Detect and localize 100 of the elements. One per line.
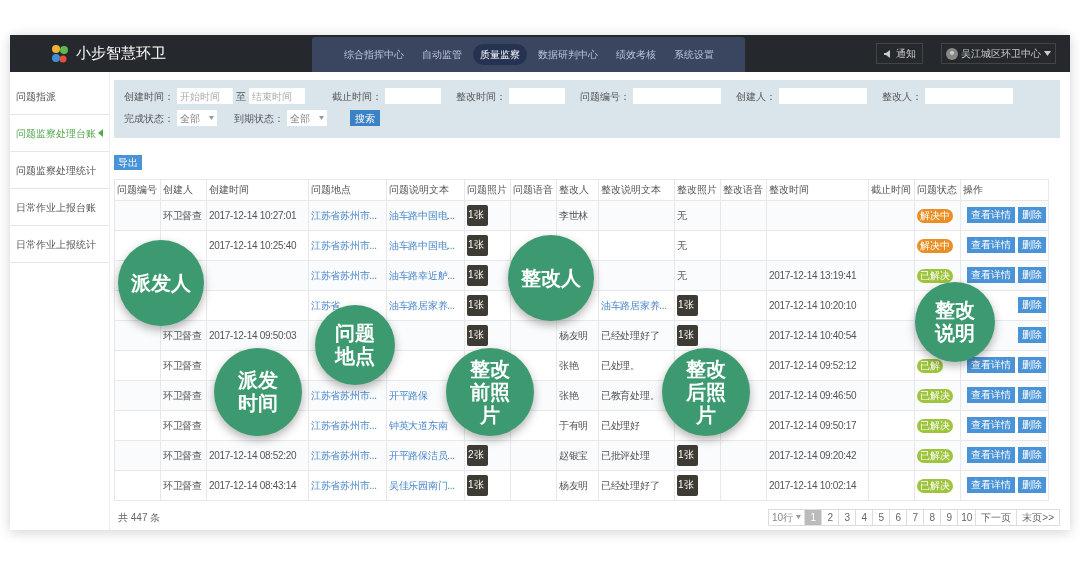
sidebar-item[interactable]: 日常作业上报台账 xyxy=(10,189,109,226)
column-header: 问题编号 xyxy=(114,179,161,200)
status-badge: 已解决 xyxy=(917,448,953,463)
photo-thumbnail[interactable]: 1张 xyxy=(467,204,488,226)
photo-thumbnail[interactable]: 1张 xyxy=(467,264,488,286)
nav-tab[interactable]: 绩效考核 xyxy=(608,44,663,65)
rectify-time: 2017-12-14 09:46:50 xyxy=(769,389,857,401)
next-page-button[interactable]: 下一页 xyxy=(975,508,1018,526)
page-button[interactable]: 3 xyxy=(838,508,857,526)
megaphone-icon xyxy=(883,48,893,59)
delete-button[interactable]: 删除 xyxy=(1018,267,1046,283)
rectify-time: 2017-12-14 10:20:10 xyxy=(769,299,857,311)
rectifier-name: 杨友明 xyxy=(559,479,589,491)
caret-icon xyxy=(319,116,324,120)
column-header: 截止时间 xyxy=(868,179,915,200)
nav-tab[interactable]: 自动监管 xyxy=(414,44,469,65)
page-button[interactable]: 2 xyxy=(821,508,840,526)
rectify-note-text: 已经处理好了 xyxy=(601,479,660,491)
export-button[interactable]: 导出 xyxy=(114,155,142,170)
delete-button[interactable]: 删除 xyxy=(1018,387,1046,403)
delete-button[interactable]: 删除 xyxy=(1018,357,1046,373)
last-page-button[interactable]: 末页>> xyxy=(1016,508,1060,526)
page-button[interactable]: 10 xyxy=(957,508,977,526)
status-select[interactable]: 全部 xyxy=(287,110,327,126)
details-button[interactable]: 查看详情 xyxy=(967,477,1015,493)
creator-text: 环卫督查 xyxy=(163,449,202,461)
page-button[interactable]: 8 xyxy=(923,508,942,526)
photo-thumbnail[interactable]: 1张 xyxy=(677,474,698,496)
column-header: 操作 xyxy=(960,179,1049,200)
photo-thumbnail[interactable]: 1张 xyxy=(467,234,488,256)
end-time-field[interactable]: 结束时间 xyxy=(249,88,305,104)
status-badge: 解决中 xyxy=(917,208,953,223)
rectify-time: 2017-12-14 09:20:42 xyxy=(769,449,857,461)
details-button[interactable]: 查看详情 xyxy=(967,357,1015,373)
created-time: 2017-12-14 10:25:40 xyxy=(209,239,297,251)
creator-text: 环卫督查 xyxy=(163,359,202,371)
user-menu[interactable]: 吴江城区环卫中心 xyxy=(941,43,1056,64)
delete-button[interactable]: 删除 xyxy=(1018,297,1046,313)
avatar-icon xyxy=(946,47,958,60)
delete-button[interactable]: 删除 xyxy=(1018,477,1046,493)
page-button[interactable]: 7 xyxy=(906,508,925,526)
delete-button[interactable]: 删除 xyxy=(1018,327,1046,343)
photo-thumbnail[interactable]: 1张 xyxy=(677,444,698,466)
page-button[interactable]: 6 xyxy=(889,508,908,526)
rectify-note-text: 已教育处理。 xyxy=(601,389,660,401)
search-button[interactable]: 搜索 xyxy=(350,110,380,126)
filter-field[interactable] xyxy=(509,88,565,104)
details-button[interactable]: 查看详情 xyxy=(967,207,1015,223)
filter-field[interactable] xyxy=(633,88,721,104)
delete-button[interactable]: 删除 xyxy=(1018,237,1046,253)
delete-button[interactable]: 删除 xyxy=(1018,417,1046,433)
creator-text: 环卫督查 xyxy=(163,389,202,401)
column-header: 整改时间 xyxy=(766,179,869,200)
rectifier-name: 赵银宝 xyxy=(559,449,589,461)
details-button[interactable]: 查看详情 xyxy=(967,447,1015,463)
creator-text: 环卫督查 xyxy=(163,209,202,221)
sidebar-item[interactable]: 问题监察处理统计 xyxy=(10,152,109,189)
filter-field[interactable] xyxy=(779,88,867,104)
sidebar-item[interactable]: 问题指派 xyxy=(10,78,109,115)
rectifier-name: 张艳 xyxy=(559,359,579,371)
delete-button[interactable]: 删除 xyxy=(1018,207,1046,223)
rectify-time: 2017-12-14 09:52:12 xyxy=(769,359,857,371)
nav-tab[interactable]: 质量监察 xyxy=(472,44,527,65)
photo-thumbnail[interactable]: 1张 xyxy=(467,474,488,496)
rectify-time: 2017-12-14 10:02:14 xyxy=(769,479,857,491)
column-header: 创建人 xyxy=(160,179,207,200)
rectify-note-text: 已经处理好了 xyxy=(601,329,660,341)
column-header: 整改人 xyxy=(556,179,599,200)
filter-field[interactable] xyxy=(385,88,441,104)
details-button[interactable]: 查看详情 xyxy=(967,267,1015,283)
nav-tab[interactable]: 系统设置 xyxy=(666,44,721,65)
details-button[interactable]: 查看详情 xyxy=(967,237,1015,253)
caret-icon xyxy=(796,515,802,519)
page-button[interactable]: 5 xyxy=(872,508,891,526)
nav-tab[interactable]: 综合指挥中心 xyxy=(336,44,411,65)
details-button[interactable]: 查看详情 xyxy=(967,417,1015,433)
start-time-field[interactable]: 开始时间 xyxy=(177,88,233,104)
notice-button[interactable]: 通知 xyxy=(876,43,923,64)
column-header: 问题照片 xyxy=(464,179,511,200)
field-label: 完成状态： xyxy=(124,111,174,126)
photo-thumbnail[interactable]: 1张 xyxy=(467,324,488,346)
details-button[interactable]: 查看详情 xyxy=(967,387,1015,403)
filter-field[interactable] xyxy=(925,88,1013,104)
sidebar-item[interactable]: 问题监察处理台账 xyxy=(10,115,109,152)
field-label: 创建人： xyxy=(736,89,776,104)
description-link[interactable]: 开平路保 xyxy=(389,389,428,401)
delete-button[interactable]: 删除 xyxy=(1018,447,1046,463)
photo-thumbnail[interactable]: 1张 xyxy=(677,294,698,316)
photo-thumbnail[interactable]: 1张 xyxy=(677,324,698,346)
photo-thumbnail[interactable]: 1张 xyxy=(467,294,488,316)
status-select[interactable]: 全部 xyxy=(177,110,217,126)
page-button[interactable]: 9 xyxy=(940,508,959,526)
nav-tab[interactable]: 数据研判中心 xyxy=(530,44,605,65)
page-button[interactable]: 4 xyxy=(855,508,874,526)
rectifier-name: 李世林 xyxy=(559,209,589,221)
sidebar-item[interactable]: 日常作业上报统计 xyxy=(10,226,109,263)
creator-text: 环卫督查 xyxy=(163,419,202,431)
field-label: 截止时间： xyxy=(332,89,382,104)
photo-thumbnail[interactable]: 2张 xyxy=(467,444,488,466)
rectifier-name: 杨友明 xyxy=(559,329,589,341)
